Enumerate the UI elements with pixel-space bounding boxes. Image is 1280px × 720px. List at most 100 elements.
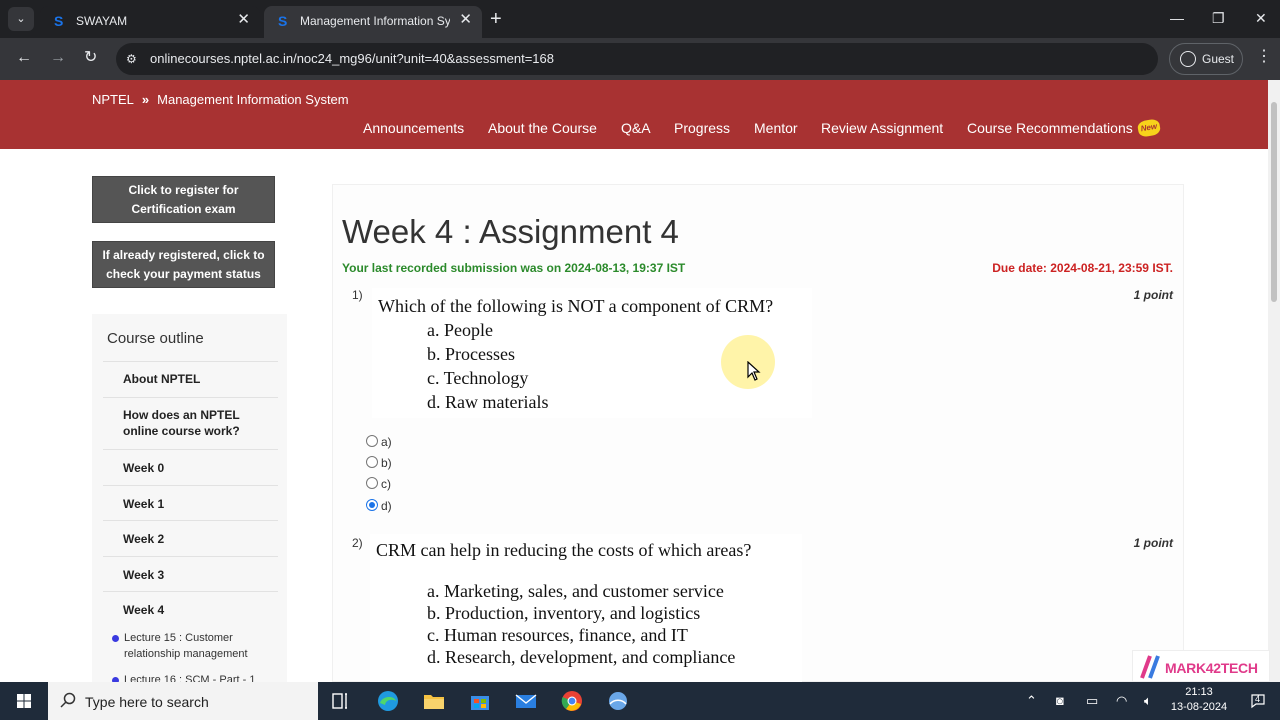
course-outline: Course outline About NPTEL How does an N… (92, 314, 287, 682)
tab-management-information-system[interactable]: S Management Information Syste ✕ (264, 6, 482, 38)
back-button[interactable]: ← (16, 49, 32, 67)
watermark-text: MARK42TECH (1165, 660, 1258, 676)
reload-button[interactable]: ↻ (84, 49, 97, 67)
page-title: Week 4 : Assignment 4 (342, 213, 679, 250)
lecture-15-link[interactable]: Lecture 15 : Customer relationship manag… (112, 630, 272, 662)
taskbar-clock[interactable]: 21:13 13-08-2024 (1164, 685, 1234, 715)
chrome-browser-icon[interactable] (550, 682, 594, 720)
outline-week-0[interactable]: Week 0 (103, 449, 278, 485)
payment-status-button[interactable]: If already registered, click to check yo… (92, 241, 275, 288)
question-option: a. People (427, 320, 493, 340)
browser-toolbar: ← → ↻ ⚙ onlinecourses.nptel.ac.in/noc24_… (0, 38, 1280, 80)
wifi-icon[interactable]: ◠ (1116, 693, 1127, 709)
notification-count: 4 (1255, 694, 1261, 704)
register-button-line2: Certification exam (131, 202, 236, 216)
radio-label: c) (381, 477, 391, 491)
radio-button[interactable] (366, 435, 378, 447)
tab-close-icon[interactable]: ✕ (459, 12, 472, 28)
question-text: Which of the following is NOT a componen… (378, 296, 774, 316)
search-icon (60, 692, 76, 708)
show-hidden-icons-button[interactable]: ⌃ (1026, 693, 1037, 709)
scrollbar-thumb[interactable] (1271, 102, 1277, 302)
radio-label: a) (381, 435, 392, 449)
outline-week-3[interactable]: Week 3 (103, 556, 278, 591)
browser-menu-icon[interactable]: ⋮ (1256, 48, 1272, 66)
lecture-16-link[interactable]: Lecture 16 : SCM - Part - 1 (112, 672, 272, 682)
payment-button-line1: If already registered, click to (102, 248, 265, 262)
nav-mentor[interactable]: Mentor (754, 120, 798, 136)
outline-item-label: Week 2 (123, 532, 165, 546)
question-option: b. Processes (427, 344, 515, 364)
radio-label: d) (381, 499, 392, 513)
profile-button[interactable]: Guest (1169, 43, 1243, 75)
outline-about-nptel[interactable]: About NPTEL (103, 361, 278, 397)
nav-progress[interactable]: Progress (674, 120, 730, 136)
question-number: 2) (352, 536, 363, 550)
forward-button[interactable]: → (50, 49, 66, 67)
taskbar-search-box[interactable]: Type here to search (48, 682, 318, 720)
restore-button[interactable]: ❐ (1212, 10, 1225, 26)
site-header: NPTEL » Management Information System Anno… (0, 80, 1268, 149)
question-points: 1 point (1133, 288, 1173, 302)
edge-browser-icon[interactable] (366, 682, 410, 720)
outline-item-label: Week 0 (123, 461, 165, 475)
radio-label: b) (381, 456, 392, 470)
radio-button-selected[interactable] (366, 499, 378, 511)
address-bar[interactable]: ⚙ onlinecourses.nptel.ac.in/noc24_mg96/u… (116, 43, 1158, 75)
network-app-icon[interactable] (596, 682, 640, 720)
breadcrumb: NPTEL » Management Information System (92, 92, 349, 108)
microsoft-store-icon[interactable] (458, 682, 502, 720)
nav-qa[interactable]: Q&A (621, 120, 651, 136)
outline-week-1[interactable]: Week 1 (103, 485, 278, 520)
lecture-label: Lecture 16 : SCM - Part - 1 (124, 674, 256, 682)
question-option: b. Production, inventory, and logistics (427, 603, 701, 623)
last-submission-text: Your last recorded submission was on 202… (342, 261, 686, 275)
breadcrumb-separator: » (141, 92, 150, 107)
radio-button[interactable] (366, 477, 378, 489)
question-2-image: CRM can help in reducing the costs of wh… (370, 534, 802, 682)
meet-now-icon[interactable]: ◙ (1056, 693, 1064, 709)
outline-item-label: Week 1 (123, 497, 165, 511)
radio-button[interactable] (366, 456, 378, 468)
new-tab-button[interactable]: + (490, 8, 502, 30)
breadcrumb-course[interactable]: Management Information System (157, 92, 348, 107)
file-explorer-icon[interactable] (412, 682, 456, 720)
register-button-line1: Click to register for (128, 183, 239, 197)
lecture-label: relationship management (124, 648, 248, 660)
lecture-bullet-icon (112, 635, 119, 642)
swayam-favicon-icon: S (54, 13, 64, 29)
payment-button-line2: check your payment status (106, 267, 261, 281)
swayam-favicon-icon: S (278, 13, 288, 29)
clock-date: 13-08-2024 (1170, 701, 1228, 713)
outline-week-2[interactable]: Week 2 (103, 520, 278, 556)
breadcrumb-nptel[interactable]: NPTEL (92, 92, 134, 107)
site-settings-icon[interactable]: ⚙ (126, 51, 142, 67)
task-view-icon[interactable] (318, 682, 362, 720)
nav-about-course[interactable]: About the Course (488, 120, 597, 136)
outline-item-label: How does an NPTEL (123, 408, 240, 422)
tab-close-icon[interactable]: ✕ (237, 12, 250, 28)
page-scrollbar[interactable] (1268, 80, 1280, 682)
profile-icon (1180, 51, 1196, 67)
outline-how-course-works[interactable]: How does an NPTEL online course work? (103, 397, 278, 449)
tab-search-button[interactable]: ⌄ (8, 7, 34, 31)
outline-week-4[interactable]: Week 4 (103, 591, 278, 627)
nav-course-recommendations[interactable]: Course Recommendations (967, 120, 1133, 136)
watermark-mark-icon (1140, 655, 1160, 679)
tab-swayam[interactable]: S SWAYAM ✕ (40, 6, 260, 38)
clock-time: 21:13 (1185, 686, 1213, 698)
volume-icon[interactable]: 🔈︎ (1144, 693, 1152, 709)
battery-icon[interactable]: ▭ (1086, 693, 1098, 709)
close-window-button[interactable]: ✕ (1255, 10, 1267, 26)
browser-tab-bar: ⌄ S SWAYAM ✕ S Management Information Sy… (0, 0, 1280, 38)
due-date-text: Due date: 2024-08-21, 23:59 IST. (992, 261, 1173, 275)
register-certification-button[interactable]: Click to register for Certification exam (92, 176, 275, 223)
minimize-button[interactable]: — (1170, 10, 1184, 26)
nav-review-assignment[interactable]: Review Assignment (821, 120, 943, 136)
nav-announcements[interactable]: Announcements (363, 120, 464, 136)
notification-center-icon[interactable]: 4 (1250, 693, 1266, 709)
mail-icon[interactable] (504, 682, 548, 720)
question-option: c. Human resources, finance, and IT (427, 625, 688, 645)
windows-start-icon[interactable] (0, 682, 48, 720)
profile-label: Guest (1202, 52, 1235, 66)
